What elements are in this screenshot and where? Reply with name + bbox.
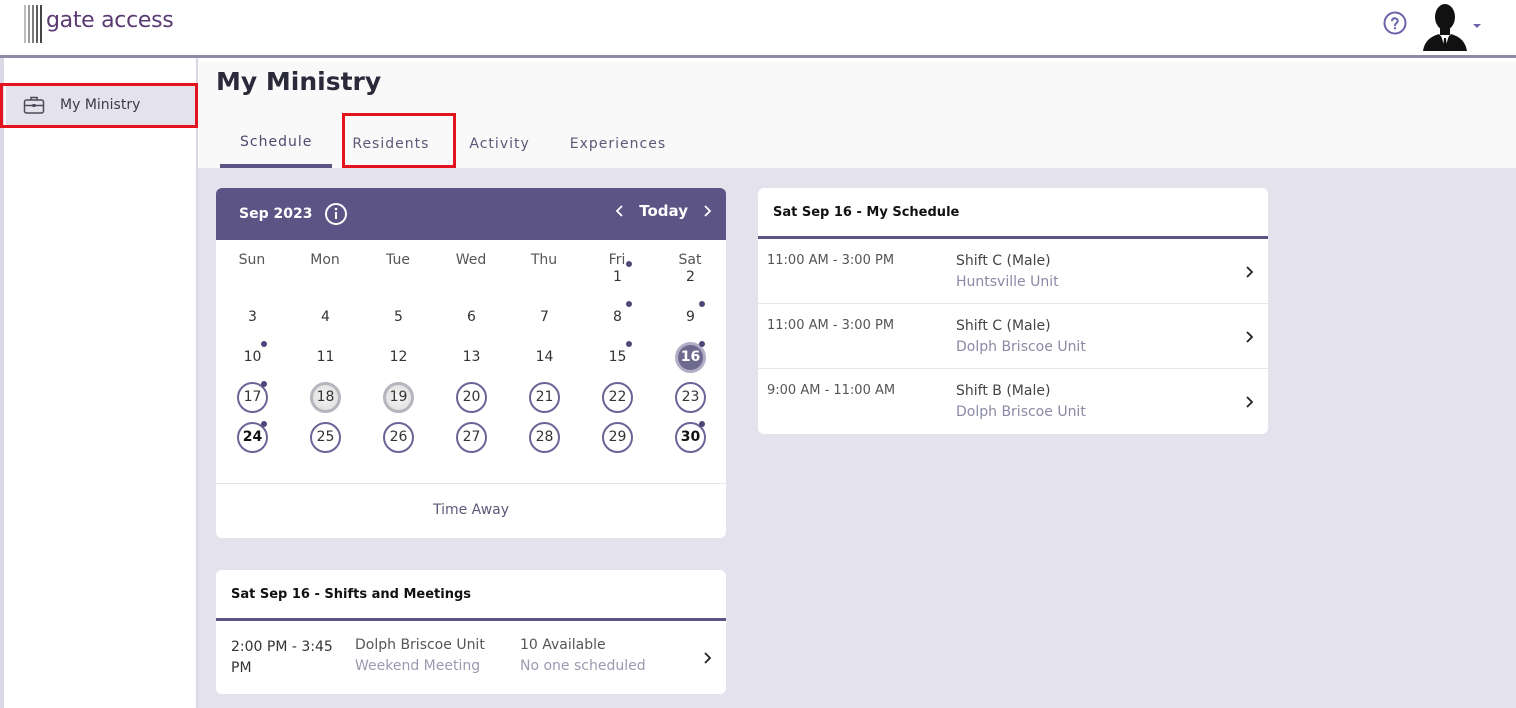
tab-schedule[interactable]: Schedule — [220, 127, 333, 168]
calendar-day[interactable]: 12 — [383, 342, 414, 373]
calendar-day[interactable]: 19 — [383, 382, 414, 413]
calendar-day[interactable]: 22 — [602, 382, 633, 413]
my-schedule-card: Sat Sep 16 - My Schedule 11:00 AM - 3:00… — [758, 188, 1268, 434]
shifts-meetings-card: Sat Sep 16 - Shifts and Meetings 2:00 PM… — [216, 570, 726, 694]
event-dot — [699, 421, 705, 427]
page-title: My Ministry — [216, 67, 382, 96]
calendar-day[interactable]: 14 — [529, 342, 560, 373]
calendar-day[interactable]: 29 — [602, 422, 633, 453]
chevron-right-icon[interactable] — [702, 204, 712, 218]
app-header: gate access — [0, 0, 1516, 58]
tab-residents[interactable]: Residents — [332, 127, 449, 168]
weekday-label: Sun — [238, 252, 266, 268]
logo-bar — [40, 5, 42, 43]
meeting-unit: Dolph Briscoe Unit — [355, 637, 485, 653]
calendar-day[interactable]: 27 — [456, 422, 487, 453]
schedule-shift: Shift C (Male) — [956, 318, 1051, 334]
event-dot — [261, 421, 267, 427]
info-icon[interactable] — [324, 202, 348, 226]
chevron-left-icon[interactable] — [615, 204, 625, 218]
logo-bar — [24, 5, 26, 43]
schedule-unit: Huntsville Unit — [956, 274, 1059, 290]
chevron-right-icon[interactable] — [1244, 395, 1254, 409]
logo-bar — [36, 5, 38, 43]
sidebar: My Ministry — [0, 58, 198, 708]
chevron-right-icon[interactable] — [1244, 265, 1254, 279]
chevron-right-icon[interactable] — [702, 651, 712, 665]
divider — [216, 483, 726, 484]
sidebar-item-label: My Ministry — [60, 97, 141, 113]
event-dot — [699, 301, 705, 307]
calendar-day[interactable]: 6 — [456, 302, 487, 333]
weekday-label: Mon — [310, 252, 340, 268]
meeting-scheduled: No one scheduled — [520, 658, 646, 674]
today-button[interactable]: Today — [639, 202, 688, 220]
calendar-day[interactable]: 23 — [675, 382, 706, 413]
event-dot — [626, 301, 632, 307]
calendar-day[interactable]: 3 — [237, 302, 268, 333]
calendar-day[interactable]: 20 — [456, 382, 487, 413]
meeting-available: 10 Available — [520, 637, 606, 653]
schedule-time: 11:00 AM - 3:00 PM — [767, 253, 895, 268]
calendar-day[interactable]: 2 — [675, 262, 706, 293]
tab-bar: Schedule Residents Activity Experiences — [220, 127, 686, 168]
schedule-shift: Shift B (Male) — [956, 383, 1051, 399]
time-away-link[interactable]: Time Away — [216, 502, 726, 518]
briefcase-icon — [23, 96, 45, 114]
weekday-label: Wed — [455, 252, 487, 268]
logo-bar — [28, 5, 30, 43]
meeting-time: 2:00 PM - 3:45 PM — [231, 639, 333, 676]
calendar-day[interactable]: 25 — [310, 422, 341, 453]
user-avatar-icon[interactable] — [1421, 1, 1469, 51]
calendar-day[interactable]: 18 — [310, 382, 341, 413]
meeting-event: Weekend Meeting — [355, 658, 481, 674]
schedule-unit: Dolph Briscoe Unit — [956, 339, 1086, 355]
weekday-label: Tue — [386, 252, 410, 268]
calendar: Sep 2023 Today Sun Mon Tue Wed Thu Fri Sat 1 2 3 4… — [216, 188, 726, 538]
weekday-label: Thu — [530, 252, 558, 268]
schedule-row[interactable]: 11:00 AM - 3:00 PM Shift C (Male) Dolph … — [758, 304, 1268, 369]
tab-experiences[interactable]: Experiences — [550, 127, 686, 168]
app-logo[interactable]: gate access — [24, 4, 174, 44]
schedule-unit: Dolph Briscoe Unit — [956, 404, 1086, 420]
shifts-meetings-title: Sat Sep 16 - Shifts and Meetings — [216, 570, 726, 621]
tab-activity[interactable]: Activity — [449, 127, 549, 168]
calendar-month-label: Sep 2023 — [239, 206, 313, 222]
my-schedule-title: Sat Sep 16 - My Schedule — [758, 188, 1268, 239]
logo-bars-icon — [24, 5, 44, 43]
schedule-row[interactable]: 9:00 AM - 11:00 AM Shift B (Male) Dolph … — [758, 369, 1268, 434]
calendar-day[interactable]: 11 — [310, 342, 341, 373]
help-circle-icon[interactable] — [1383, 11, 1407, 35]
chevron-right-icon[interactable] — [1244, 330, 1254, 344]
page-header: My Ministry Schedule Residents Activity … — [198, 61, 1516, 168]
schedule-time: 11:00 AM - 3:00 PM — [767, 318, 895, 333]
schedule-time: 9:00 AM - 11:00 AM — [767, 383, 896, 398]
calendar-day[interactable]: 21 — [529, 382, 560, 413]
calendar-day[interactable]: 4 — [310, 302, 341, 333]
calendar-nav: Today — [615, 202, 712, 220]
logo-bar — [32, 5, 34, 43]
calendar-day[interactable]: 13 — [456, 342, 487, 373]
calendar-day[interactable]: 5 — [383, 302, 414, 333]
event-dot — [261, 341, 267, 347]
event-dot — [261, 381, 267, 387]
event-dot — [626, 261, 632, 267]
schedule-row[interactable]: 11:00 AM - 3:00 PM Shift C (Male) Huntsv… — [758, 239, 1268, 304]
logo-text: gate access — [46, 7, 174, 33]
meeting-row[interactable]: 2:00 PM - 3:45 PM Dolph Briscoe Unit Wee… — [216, 621, 726, 691]
schedule-shift: Shift C (Male) — [956, 253, 1051, 269]
event-dot — [699, 341, 705, 347]
calendar-day[interactable]: 26 — [383, 422, 414, 453]
calendar-day[interactable]: 28 — [529, 422, 560, 453]
calendar-day[interactable]: 7 — [529, 302, 560, 333]
chevron-down-icon[interactable] — [1472, 22, 1482, 30]
sidebar-item-my-ministry[interactable]: My Ministry — [6, 85, 198, 125]
event-dot — [626, 341, 632, 347]
calendar-header: Sep 2023 Today — [216, 188, 726, 240]
